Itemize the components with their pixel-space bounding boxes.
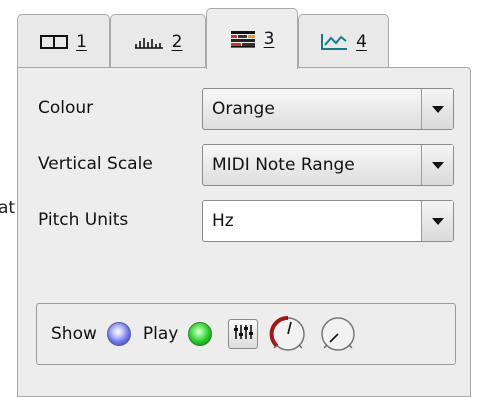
vertical-scale-label: Vertical Scale [38, 154, 153, 174]
tab-2-label: 2 [171, 31, 183, 52]
line-graph-icon [320, 33, 348, 51]
gain-knob-icon[interactable] [268, 314, 308, 354]
pitch-units-combo[interactable]: Hz [202, 200, 454, 242]
tab-2[interactable]: 2 [110, 14, 206, 68]
pitch-units-dropdown-arrow-icon[interactable] [421, 201, 453, 241]
colour-value: Orange [212, 99, 275, 119]
vertical-scale-value: MIDI Note Range [212, 155, 355, 175]
vertical-scale-dropdown-arrow-icon[interactable] [421, 145, 453, 185]
pitch-units-label: Pitch Units [38, 210, 129, 230]
play-label: Play [142, 324, 179, 344]
colour-dropdown[interactable]: Orange [202, 88, 454, 130]
tab-3-label: 3 [263, 29, 275, 49]
play-toggle-led[interactable] [188, 322, 213, 346]
pitch-units-value[interactable]: Hz [203, 211, 421, 231]
spectrum-bars-icon [134, 35, 164, 49]
tab-1-label: 1 [76, 31, 87, 52]
tab-4-label: 4 [356, 31, 367, 52]
playback-parameters-button[interactable] [228, 319, 259, 349]
clipped-side-text: at [0, 198, 16, 218]
mixer-sliders-icon [233, 324, 254, 345]
show-label: Show [51, 324, 97, 344]
vertical-scale-dropdown[interactable]: MIDI Note Range [202, 144, 454, 186]
colour-dropdown-arrow-icon[interactable] [421, 89, 453, 129]
tab-1[interactable]: 1 [17, 14, 110, 68]
spectrogram-grid-icon [230, 30, 256, 48]
colour-label: Colour [38, 98, 94, 118]
tab-3[interactable]: 3 [206, 8, 298, 69]
show-toggle-led[interactable] [106, 322, 131, 346]
waveform-layer-icon [40, 34, 69, 49]
pan-knob-icon[interactable] [318, 314, 358, 354]
playback-controls-group: Show Play [36, 303, 456, 365]
tab-4[interactable]: 4 [298, 14, 389, 68]
